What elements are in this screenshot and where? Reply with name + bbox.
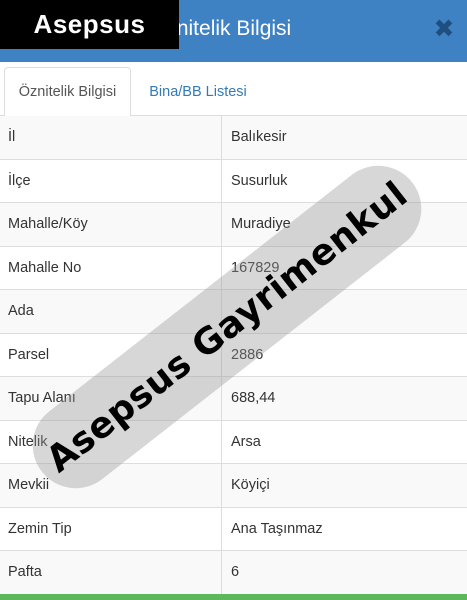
row-label: İlçe [8,172,31,189]
row-value: 688,44 [231,390,276,407]
table-row: Pafta 6 [0,551,467,595]
tab-oznitelik-bilgisi[interactable]: Öznitelik Bilgisi [4,67,131,117]
row-value: Balıkesir [231,129,287,146]
row-label: İl [8,129,16,146]
row-value: Ana Taşınmaz [231,520,323,537]
table-row: Zemin Tip Ana Taşınmaz [0,507,467,551]
table-row: İl Balıkesir [0,116,467,160]
footer-accent-bar [0,594,467,600]
row-value: Köyiçi [231,477,270,494]
row-label: Mahalle No [8,259,82,276]
row-label: Pafta [8,564,42,581]
brand-logo: Asepsus [0,0,179,49]
row-value: Susurluk [231,172,288,189]
row-value: 6 [231,564,240,581]
row-label: Parsel [8,346,50,363]
row-value: Arsa [231,433,261,450]
tab-bar: Öznitelik Bilgisi Bina/BB Listesi [0,62,467,117]
row-label: Mahalle/Köy [8,216,88,233]
row-label: Zemin Tip [8,520,72,537]
close-icon[interactable]: ✖ [431,14,457,44]
tab-bina-bb-listesi[interactable]: Bina/BB Listesi [132,67,264,117]
row-label: Ada [8,303,34,320]
